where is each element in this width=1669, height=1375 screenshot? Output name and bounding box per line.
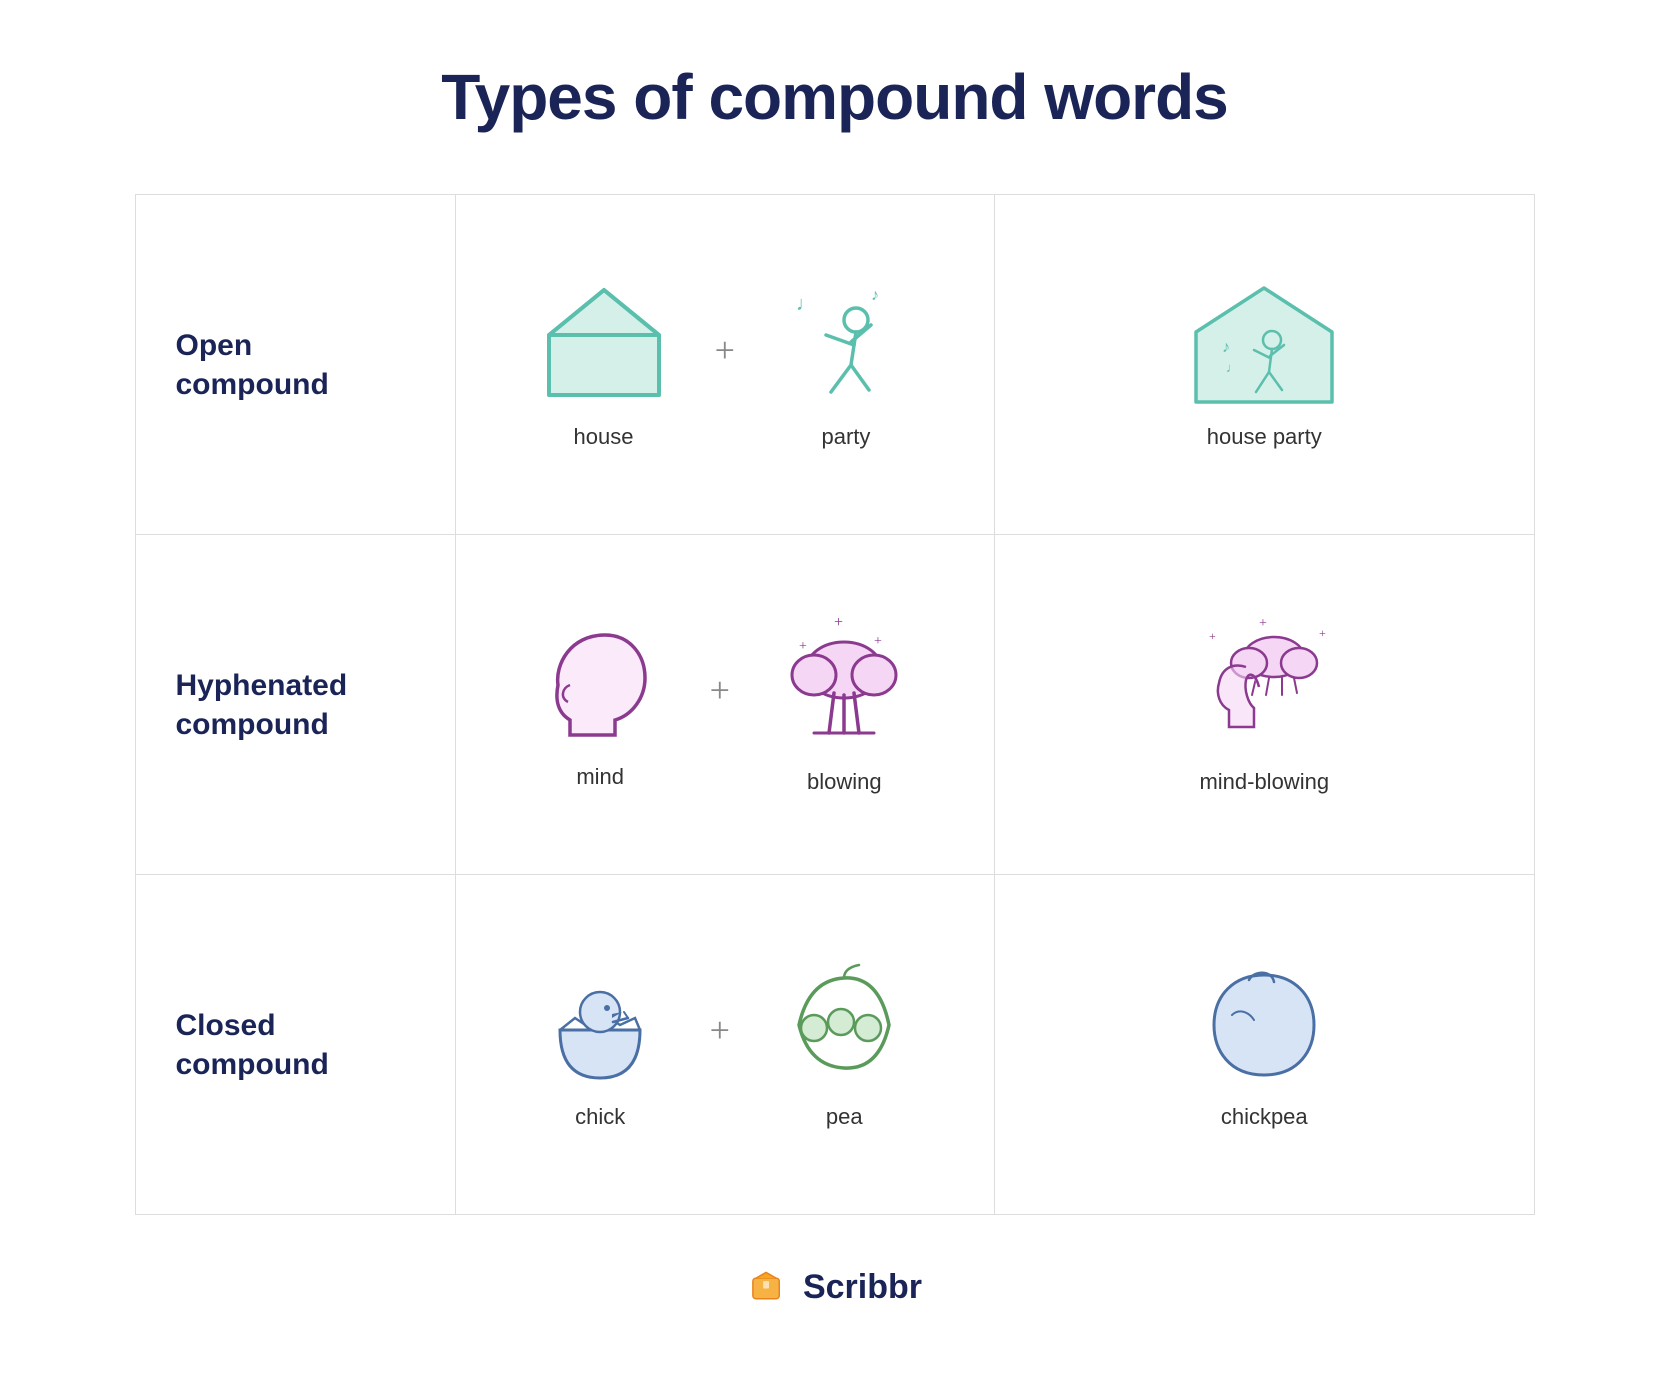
chickpea-label: chickpea (1221, 1104, 1308, 1130)
closed-compound-parts-cell: chick + pea (456, 875, 996, 1215)
house-party-label: house party (1207, 424, 1322, 450)
svg-text:♪: ♪ (1222, 339, 1230, 356)
brand-name: Scribbr (803, 1268, 922, 1307)
footer: Scribbr (747, 1265, 922, 1309)
party-icon-group: ♩ ♪ party (781, 280, 911, 450)
mind-label: mind (576, 764, 624, 790)
house-icon-group: house (539, 280, 669, 450)
hyphenated-compound-parts-cell: mind + + + + blowing (456, 535, 996, 875)
house-icon (539, 280, 669, 410)
pea-icon (779, 960, 909, 1090)
party-label: party (822, 424, 871, 450)
svg-text:+: + (799, 639, 807, 654)
svg-text:♪: ♪ (871, 287, 879, 304)
plus-sign-1: + (715, 329, 735, 371)
plus-sign-2: + (710, 669, 730, 711)
svg-text:+: + (1319, 626, 1326, 640)
house-party-icon: ♪ ♩ (1184, 280, 1344, 410)
house-label: house (574, 424, 634, 450)
closed-compound-label: Closed compound (176, 1006, 329, 1084)
chickpea-icon (1194, 960, 1334, 1090)
chick-icon-group: chick (540, 960, 660, 1130)
mind-blowing-icon: + + + (1174, 615, 1354, 755)
open-compound-label: Open compound (176, 326, 329, 404)
page-title: Types of compound words (441, 60, 1228, 134)
pea-icon-group: pea (779, 960, 909, 1130)
svg-text:+: + (834, 615, 843, 631)
blowing-icon-group: + + + blowing (779, 615, 909, 795)
svg-text:♩: ♩ (1226, 360, 1239, 375)
scribbr-logo-icon (747, 1265, 791, 1309)
closed-compound-result-cell: chickpea (995, 875, 1535, 1215)
mind-icon (540, 620, 660, 750)
mind-icon-group: mind (540, 620, 660, 790)
chick-label: chick (575, 1104, 625, 1130)
chick-icon (540, 960, 660, 1090)
hyphenated-compound-label: Hyphenated compound (176, 666, 348, 744)
hyphenated-compound-result-cell: + + + mind-blowing (995, 535, 1535, 875)
blowing-label: blowing (807, 769, 882, 795)
open-compound-label-cell: Open compound (136, 195, 456, 535)
plus-sign-3: + (710, 1009, 730, 1051)
compound-words-grid: Open compound house + ♩ ♪ (135, 194, 1535, 1215)
svg-text:+: + (874, 634, 882, 649)
hyphenated-compound-label-cell: Hyphenated compound (136, 535, 456, 875)
svg-text:♩: ♩ (796, 293, 816, 315)
open-compound-parts-cell: house + ♩ ♪ party (456, 195, 996, 535)
open-compound-result-cell: ♪ ♩ house party (995, 195, 1535, 535)
party-icon: ♩ ♪ (781, 280, 911, 410)
blowing-icon: + + + (779, 615, 909, 755)
closed-compound-label-cell: Closed compound (136, 875, 456, 1215)
pea-label: pea (826, 1104, 863, 1130)
svg-text:+: + (1209, 629, 1216, 643)
mind-blowing-label: mind-blowing (1199, 769, 1329, 795)
svg-text:+: + (1259, 616, 1267, 631)
